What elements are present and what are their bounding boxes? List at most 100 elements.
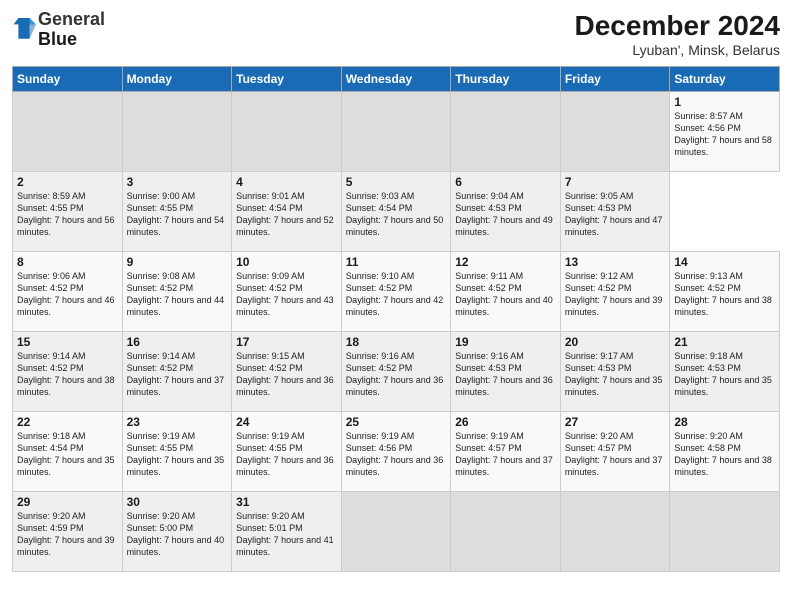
day-detail: Sunrise: 9:08 AMSunset: 4:52 PMDaylight:… — [127, 271, 225, 317]
weekday-friday: Friday — [560, 67, 670, 92]
day-number: 18 — [346, 335, 447, 349]
day-detail: Sunrise: 9:17 AMSunset: 4:53 PMDaylight:… — [565, 351, 663, 397]
empty-cell — [341, 92, 451, 172]
day-detail: Sunrise: 9:01 AMSunset: 4:54 PMDaylight:… — [236, 191, 334, 237]
day-number: 25 — [346, 415, 447, 429]
title-block: December 2024 Lyuban', Minsk, Belarus — [575, 10, 780, 58]
calendar-day-5: 5 Sunrise: 9:03 AMSunset: 4:54 PMDaylight… — [341, 172, 451, 252]
calendar-day-14: 14 Sunrise: 9:13 AMSunset: 4:52 PMDayligh… — [670, 252, 780, 332]
day-detail: Sunrise: 9:19 AMSunset: 4:56 PMDaylight:… — [346, 431, 444, 477]
day-number: 9 — [127, 255, 228, 269]
empty-cell — [451, 92, 561, 172]
calendar-day-16: 16Sunrise: 9:14 AMSunset: 4:52 PMDayligh… — [122, 332, 232, 412]
day-detail: Sunrise: 9:13 AMSunset: 4:52 PMDaylight:… — [674, 271, 772, 317]
calendar-week-4: 15 Sunrise: 9:14 AMSunset: 4:52 PMDayligh… — [13, 332, 780, 412]
day-detail: Sunrise: 9:12 AMSunset: 4:52 PMDaylight:… — [565, 271, 663, 317]
weekday-tuesday: Tuesday — [232, 67, 342, 92]
day-detail: Sunrise: 9:05 AMSunset: 4:53 PMDaylight:… — [565, 191, 663, 237]
calendar-day-21: 21 Sunrise: 9:18 AMSunset: 4:53 PMDayligh… — [670, 332, 780, 412]
day-detail: Sunrise: 9:00 AMSunset: 4:55 PMDaylight:… — [127, 191, 225, 237]
day-detail: Sunrise: 9:20 AMSunset: 4:58 PMDaylight:… — [674, 431, 772, 477]
day-detail: Sunrise: 9:14 AMSunset: 4:52 PMDaylight:… — [17, 351, 115, 397]
day-number: 21 — [674, 335, 775, 349]
calendar-day-25: 25 Sunrise: 9:19 AMSunset: 4:56 PMDayligh… — [341, 412, 451, 492]
calendar-day-9: 9 Sunrise: 9:08 AMSunset: 4:52 PMDaylight… — [122, 252, 232, 332]
empty-cell — [451, 492, 561, 572]
day-number: 3 — [127, 175, 228, 189]
logo-text: General Blue — [38, 10, 105, 50]
calendar-header: SundayMondayTuesdayWednesdayThursdayFrid… — [13, 67, 780, 92]
calendar-day-17: 17 Sunrise: 9:15 AMSunset: 4:52 PMDayligh… — [232, 332, 342, 412]
day-detail: Sunrise: 9:19 AMSunset: 4:55 PMDaylight:… — [236, 431, 334, 477]
day-detail: Sunrise: 9:03 AMSunset: 4:54 PMDaylight:… — [346, 191, 444, 237]
day-number: 4 — [236, 175, 337, 189]
day-detail: Sunrise: 9:18 AMSunset: 4:53 PMDaylight:… — [674, 351, 772, 397]
calendar-day-10: 10Sunrise: 9:09 AMSunset: 4:52 PMDayligh… — [232, 252, 342, 332]
weekday-thursday: Thursday — [451, 67, 561, 92]
day-detail: Sunrise: 9:19 AMSunset: 4:55 PMDaylight:… — [127, 431, 225, 477]
day-number: 27 — [565, 415, 666, 429]
day-detail: Sunrise: 9:15 AMSunset: 4:52 PMDaylight:… — [236, 351, 334, 397]
weekday-sunday: Sunday — [13, 67, 123, 92]
calendar-week-5: 22Sunrise: 9:18 AMSunset: 4:54 PMDayligh… — [13, 412, 780, 492]
calendar-table: SundayMondayTuesdayWednesdayThursdayFrid… — [12, 66, 780, 572]
day-detail: Sunrise: 9:20 AMSunset: 5:01 PMDaylight:… — [236, 511, 334, 557]
day-number: 15 — [17, 335, 118, 349]
day-detail: Sunrise: 9:11 AMSunset: 4:52 PMDaylight:… — [455, 271, 553, 317]
calendar-day-29: 29Sunrise: 9:20 AMSunset: 4:59 PMDayligh… — [13, 492, 123, 572]
day-number: 7 — [565, 175, 666, 189]
day-number: 30 — [127, 495, 228, 509]
day-number: 12 — [455, 255, 556, 269]
calendar-day-22: 22Sunrise: 9:18 AMSunset: 4:54 PMDayligh… — [13, 412, 123, 492]
calendar-day-28: 28 Sunrise: 9:20 AMSunset: 4:58 PMDayligh… — [670, 412, 780, 492]
day-detail: Sunrise: 9:19 AMSunset: 4:57 PMDaylight:… — [455, 431, 553, 477]
calendar-day-31: 31 Sunrise: 9:20 AMSunset: 5:01 PMDayligh… — [232, 492, 342, 572]
day-number: 11 — [346, 255, 447, 269]
day-number: 8 — [17, 255, 118, 269]
day-number: 1 — [674, 95, 775, 109]
day-detail: Sunrise: 9:20 AMSunset: 4:57 PMDaylight:… — [565, 431, 663, 477]
day-number: 26 — [455, 415, 556, 429]
calendar-day-23: 23Sunrise: 9:19 AMSunset: 4:55 PMDayligh… — [122, 412, 232, 492]
calendar-subtitle: Lyuban', Minsk, Belarus — [575, 42, 780, 58]
day-number: 28 — [674, 415, 775, 429]
calendar-day-18: 18 Sunrise: 9:16 AMSunset: 4:52 PMDayligh… — [341, 332, 451, 412]
calendar-day-30: 30 Sunrise: 9:20 AMSunset: 5:00 PMDayligh… — [122, 492, 232, 572]
day-detail: Sunrise: 9:20 AMSunset: 5:00 PMDaylight:… — [127, 511, 225, 557]
weekday-monday: Monday — [122, 67, 232, 92]
calendar-day-24: 24 Sunrise: 9:19 AMSunset: 4:55 PMDayligh… — [232, 412, 342, 492]
logo-line1: General — [38, 10, 105, 30]
day-number: 31 — [236, 495, 337, 509]
weekday-saturday: Saturday — [670, 67, 780, 92]
day-number: 5 — [346, 175, 447, 189]
calendar-day-19: 19Sunrise: 9:16 AMSunset: 4:53 PMDayligh… — [451, 332, 561, 412]
day-detail: Sunrise: 8:57 AMSunset: 4:56 PMDaylight:… — [674, 111, 772, 157]
calendar-day-1: 1 Sunrise: 8:57 AMSunset: 4:56 PMDaylight… — [670, 92, 780, 172]
day-detail: Sunrise: 9:06 AMSunset: 4:52 PMDaylight:… — [17, 271, 115, 317]
calendar-day-2: 2Sunrise: 8:59 AMSunset: 4:55 PMDaylight… — [13, 172, 123, 252]
day-number: 17 — [236, 335, 337, 349]
weekday-wednesday: Wednesday — [341, 67, 451, 92]
day-number: 6 — [455, 175, 556, 189]
calendar-container: General Blue December 2024 Lyuban', Mins… — [0, 0, 792, 580]
calendar-week-6: 29Sunrise: 9:20 AMSunset: 4:59 PMDayligh… — [13, 492, 780, 572]
calendar-day-11: 11Sunrise: 9:10 AMSunset: 4:52 PMDayligh… — [341, 252, 451, 332]
day-number: 14 — [674, 255, 775, 269]
calendar-day-20: 20Sunrise: 9:17 AMSunset: 4:53 PMDayligh… — [560, 332, 670, 412]
day-detail: Sunrise: 9:09 AMSunset: 4:52 PMDaylight:… — [236, 271, 334, 317]
day-detail: Sunrise: 9:16 AMSunset: 4:52 PMDaylight:… — [346, 351, 444, 397]
day-detail: Sunrise: 9:04 AMSunset: 4:53 PMDaylight:… — [455, 191, 553, 237]
logo-line2: Blue — [38, 30, 105, 50]
empty-cell — [670, 492, 780, 572]
calendar-week-1: 1 Sunrise: 8:57 AMSunset: 4:56 PMDaylight… — [13, 92, 780, 172]
calendar-day-7: 7 Sunrise: 9:05 AMSunset: 4:53 PMDaylight… — [560, 172, 670, 252]
day-number: 24 — [236, 415, 337, 429]
day-detail: Sunrise: 9:14 AMSunset: 4:52 PMDaylight:… — [127, 351, 225, 397]
calendar-day-13: 13 Sunrise: 9:12 AMSunset: 4:52 PMDayligh… — [560, 252, 670, 332]
day-number: 13 — [565, 255, 666, 269]
day-detail: Sunrise: 9:20 AMSunset: 4:59 PMDaylight:… — [17, 511, 115, 557]
calendar-day-12: 12 Sunrise: 9:11 AMSunset: 4:52 PMDayligh… — [451, 252, 561, 332]
weekday-header-row: SundayMondayTuesdayWednesdayThursdayFrid… — [13, 67, 780, 92]
calendar-week-2: 2Sunrise: 8:59 AMSunset: 4:55 PMDaylight… — [13, 172, 780, 252]
day-number: 19 — [455, 335, 556, 349]
